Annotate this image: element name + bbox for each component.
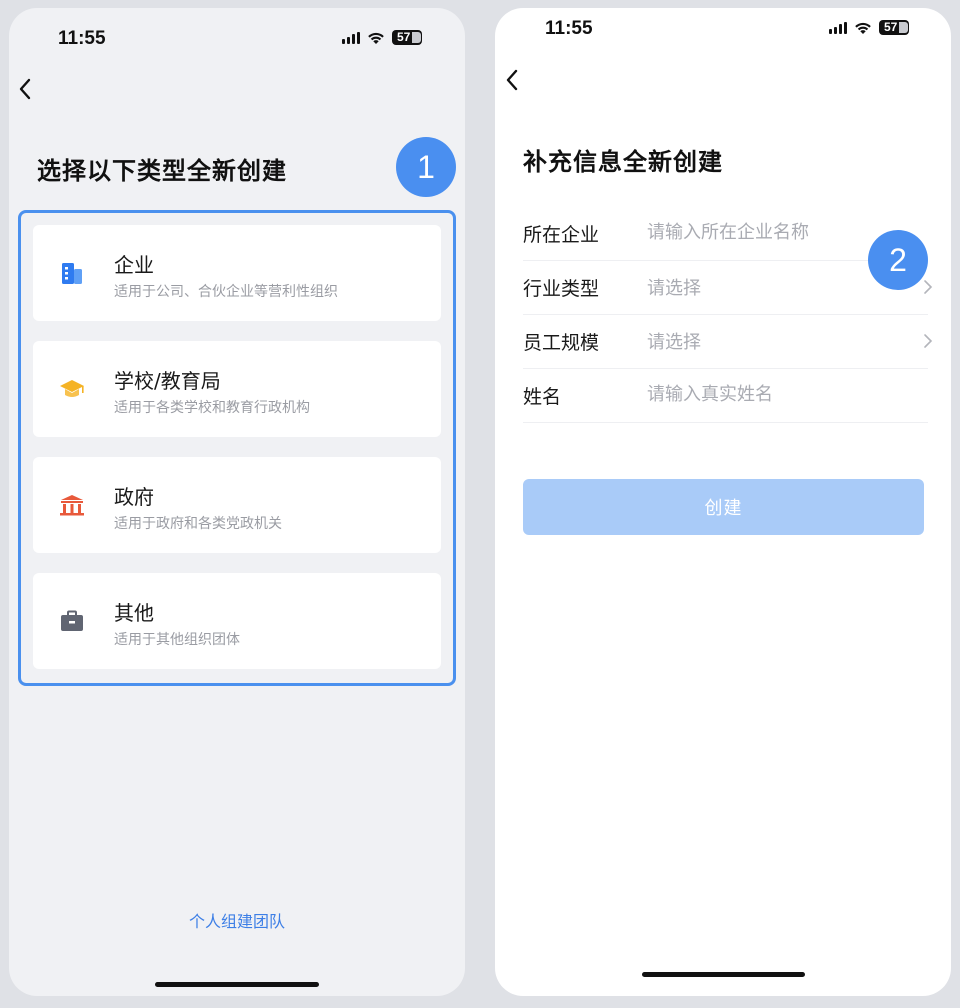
name-label: 姓名	[523, 386, 562, 408]
briefcase-icon	[61, 610, 83, 631]
building-icon	[62, 263, 82, 284]
status-icons: 57	[829, 20, 909, 35]
status-time: 11:55	[58, 28, 106, 49]
page-title: 补充信息全新创建	[523, 148, 723, 176]
type-card-enterprise[interactable]: 企业 适用于公司、合伙企业等营利性组织	[33, 225, 441, 321]
type-name: 政府	[114, 485, 154, 509]
page-title: 选择以下类型全新创建	[37, 157, 287, 185]
name-row: 姓名	[523, 369, 928, 423]
wifi-icon	[855, 22, 871, 34]
home-indicator	[642, 972, 805, 977]
chevron-right-icon	[924, 280, 933, 294]
staff-size-select[interactable]: 请选择	[647, 328, 701, 354]
back-button[interactable]	[13, 77, 37, 101]
phone-screen-supplement-info: 11:55 57 补充信息全新创建 所在企业 2 行业类型 请选择 员工规模 请…	[495, 8, 951, 996]
type-card-government[interactable]: 政府 适用于政府和各类党政机关	[33, 457, 441, 553]
type-card-school[interactable]: 学校/教育局 适用于各类学校和教育行政机构	[33, 341, 441, 437]
chevron-right-icon	[924, 334, 933, 348]
chevron-left-icon	[19, 78, 31, 100]
home-indicator	[155, 982, 319, 987]
government-building-icon	[60, 495, 84, 516]
type-description: 适用于政府和各类党政机关	[114, 516, 282, 532]
type-description: 适用于其他组织团体	[114, 632, 240, 648]
type-name: 企业	[114, 253, 154, 277]
industry-label: 行业类型	[523, 278, 600, 300]
type-name: 其他	[114, 601, 154, 625]
industry-select[interactable]: 请选择	[647, 274, 701, 300]
company-label: 所在企业	[523, 224, 600, 246]
staff-size-label: 员工规模	[523, 332, 600, 354]
type-name: 学校/教育局	[114, 369, 221, 393]
create-button[interactable]: 创建	[523, 479, 924, 535]
status-icons: 57	[342, 30, 422, 45]
battery-icon: 57	[879, 20, 909, 35]
cellular-signal-icon	[829, 21, 847, 34]
cellular-signal-icon	[342, 31, 360, 44]
graduation-cap-icon	[60, 380, 84, 397]
staff-size-row[interactable]: 员工规模 请选择	[523, 315, 933, 369]
organization-type-list: 企业 适用于公司、合伙企业等营利性组织 学校/教育局 适用于各类学校和教育行政机…	[18, 210, 456, 686]
phone-screen-select-type: 11:55 57 选择以下类型全新创建 1 企业 适用于公司、合伙企业等营利性组…	[9, 8, 465, 996]
industry-row[interactable]: 行业类型 请选择	[523, 261, 933, 315]
chevron-left-icon	[506, 69, 518, 91]
type-card-other[interactable]: 其他 适用于其他组织团体	[33, 573, 441, 669]
personal-team-link[interactable]: 个人组建团队	[9, 908, 465, 932]
back-button[interactable]	[500, 68, 524, 92]
wifi-icon	[368, 32, 384, 44]
status-time: 11:55	[545, 18, 593, 39]
name-input[interactable]	[647, 378, 907, 410]
battery-icon: 57	[392, 30, 422, 45]
type-description: 适用于各类学校和教育行政机构	[114, 400, 310, 416]
company-input[interactable]	[647, 216, 907, 248]
step-badge: 1	[396, 137, 456, 197]
type-description: 适用于公司、合伙企业等营利性组织	[114, 284, 338, 300]
company-row: 所在企业	[523, 207, 928, 261]
